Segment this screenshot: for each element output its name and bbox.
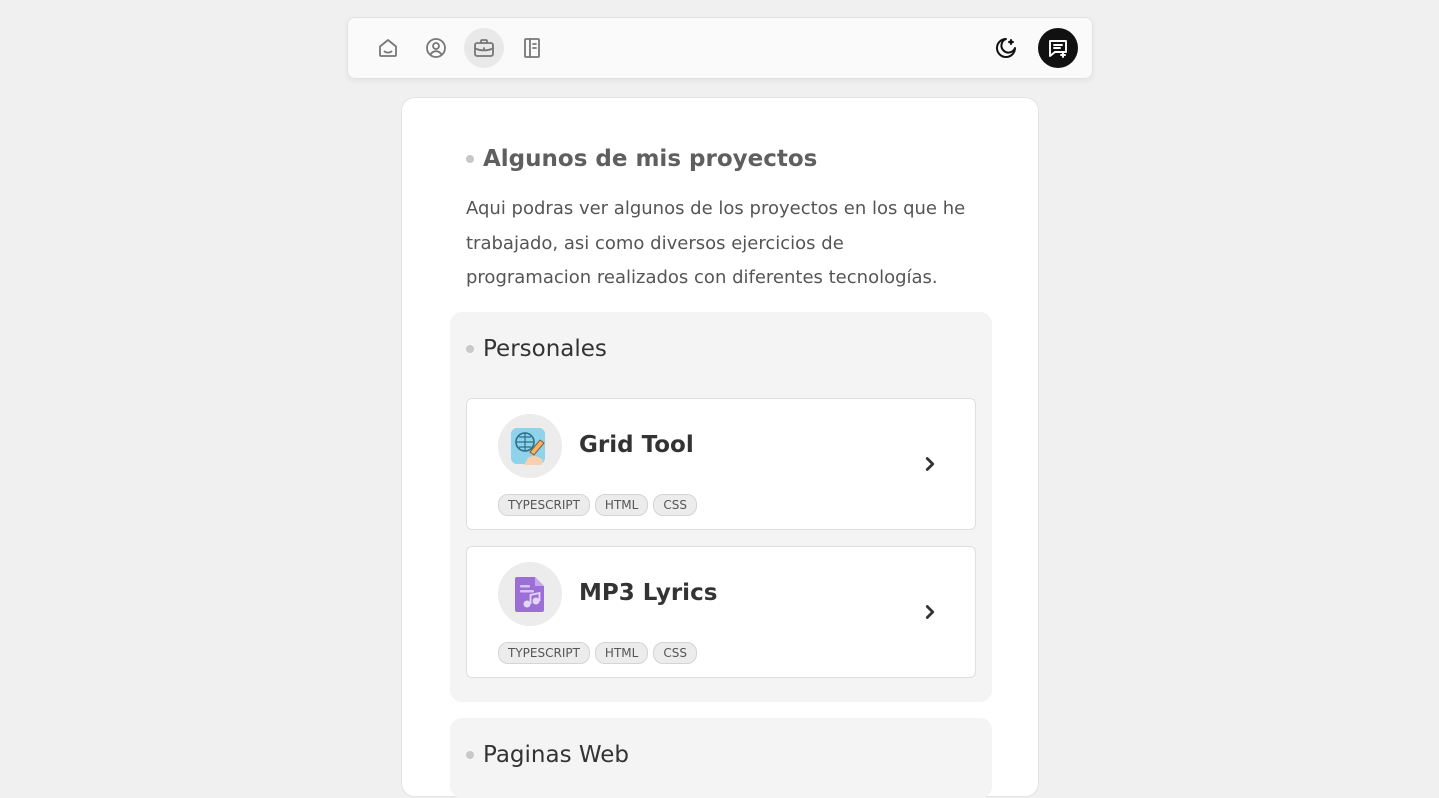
- briefcase-icon: [474, 39, 494, 57]
- home-icon: [379, 39, 397, 57]
- group-paginas-web: Paginas Web: [450, 718, 992, 798]
- user-circle-icon: [426, 38, 446, 58]
- projects-card: Algunos de mis proyectos Aqui podras ver…: [401, 97, 1039, 798]
- group-personales: Personales Grid Tool TYPESCRIPT HTML CSS: [450, 312, 992, 702]
- project-icon-wrapper: [498, 562, 562, 626]
- nav-blog-button[interactable]: [512, 28, 552, 68]
- tag-badge: CSS: [653, 494, 697, 516]
- grid-tool-icon: [511, 428, 545, 465]
- tag-badge: TYPESCRIPT: [498, 494, 590, 516]
- tag-badge: CSS: [653, 642, 697, 664]
- project-card-mp3-lyrics[interactable]: MP3 Lyrics TYPESCRIPT HTML CSS: [466, 546, 976, 678]
- chevron-right-icon[interactable]: [919, 453, 941, 475]
- intro-text: Aqui podras ver algunos de los proyectos…: [466, 198, 966, 288]
- project-card-grid-tool[interactable]: Grid Tool TYPESCRIPT HTML CSS: [466, 398, 976, 530]
- bullet-dot: [466, 751, 474, 759]
- project-icon-wrapper: [498, 414, 562, 478]
- music-file-icon: [515, 577, 544, 612]
- project-title: Grid Tool: [579, 432, 694, 458]
- tag-list: TYPESCRIPT HTML CSS: [498, 494, 697, 516]
- group-title: Personales: [483, 336, 607, 362]
- nav-about-button[interactable]: [416, 28, 456, 68]
- top-navbar: [347, 17, 1093, 79]
- nav-projects-button[interactable]: [464, 28, 504, 68]
- group-title: Paginas Web: [483, 742, 630, 768]
- project-title: MP3 Lyrics: [579, 580, 718, 606]
- moon-icon: [996, 38, 1016, 58]
- page-title: Algunos de mis proyectos: [483, 146, 818, 172]
- nav-home-button[interactable]: [368, 28, 408, 68]
- group-header: Personales: [466, 336, 607, 362]
- tag-badge: HTML: [594, 642, 649, 664]
- bullet-dot: [466, 345, 474, 353]
- tag-badge: HTML: [594, 494, 649, 516]
- notebook-icon: [524, 38, 540, 58]
- section-header: Algunos de mis proyectos: [466, 146, 817, 172]
- tag-list: TYPESCRIPT HTML CSS: [498, 642, 697, 664]
- message-plus-icon: [1049, 40, 1067, 58]
- chevron-right-icon[interactable]: [919, 601, 941, 623]
- theme-toggle-button[interactable]: [986, 28, 1026, 68]
- bullet-dot: [466, 155, 474, 163]
- tag-badge: TYPESCRIPT: [498, 642, 590, 664]
- group-header: Paginas Web: [466, 742, 629, 768]
- contact-button[interactable]: [1038, 28, 1078, 68]
